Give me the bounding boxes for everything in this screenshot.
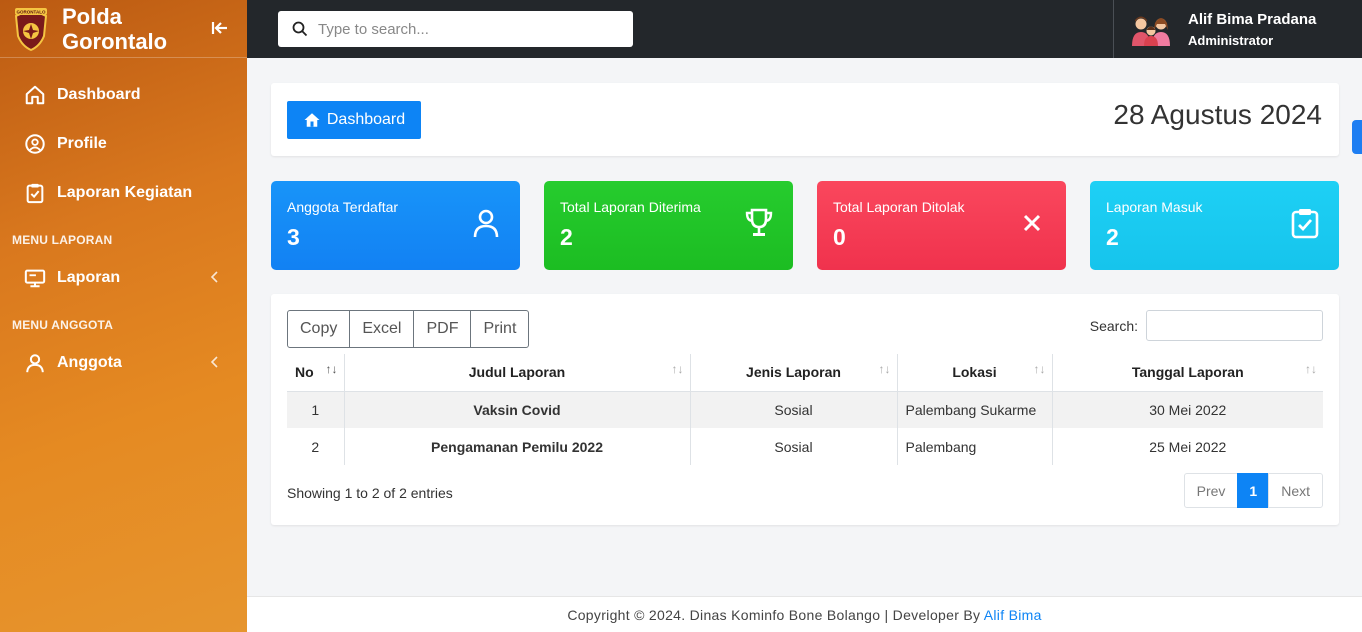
page-1-button[interactable]: 1	[1237, 473, 1270, 508]
sidebar-item-profile[interactable]: Profile	[0, 119, 247, 168]
sort-icon: ↑↓	[878, 362, 891, 376]
collapse-sidebar-icon[interactable]	[209, 17, 231, 39]
cell-jenis: Sosial	[690, 428, 898, 465]
section-menu-laporan: MENU LAPORAN	[12, 233, 113, 247]
sidebar-item-label: Laporan	[57, 268, 121, 286]
column-label: Jenis Laporan	[746, 364, 841, 381]
sidebar-item-label: Profile	[57, 134, 107, 152]
print-button[interactable]: Print	[470, 310, 530, 348]
search-input[interactable]	[318, 20, 618, 38]
user-role: Administrator	[1188, 32, 1274, 48]
topbar: Alif Bima Pradana Administrator	[247, 0, 1362, 58]
dashboard-button-label: Dashboard	[326, 111, 406, 128]
cell-judul: Vaksin Covid	[344, 391, 691, 428]
user-name: Alif Bima Pradana	[1188, 10, 1317, 28]
cell-lokasi: Palembang Sukarme	[897, 391, 1053, 428]
home-icon	[304, 113, 320, 127]
sidebar-item-dashboard[interactable]: Dashboard	[0, 70, 247, 119]
pagination: Prev 1 Next	[1183, 473, 1323, 508]
sidebar-item-anggota[interactable]: Anggota	[0, 338, 247, 387]
column-label: Lokasi	[952, 364, 997, 381]
page-date: 28 Agustus 2024	[1113, 99, 1322, 130]
table-search-input[interactable]	[1146, 310, 1323, 341]
prev-page-button[interactable]: Prev	[1183, 473, 1239, 508]
next-page-button[interactable]: Next	[1268, 473, 1323, 508]
home-icon	[23, 83, 47, 107]
column-header-no[interactable]: No ↑↓	[287, 354, 345, 392]
table-row: 2 Pengamanan Pemilu 2022 Sosial Palemban…	[287, 428, 1323, 465]
sidebar-nav: Dashboard Profile Laporan Kegiatan	[0, 70, 247, 217]
svg-text:GORONTALO: GORONTALO	[17, 9, 46, 14]
cell-lokasi: Palembang	[897, 428, 1053, 465]
sidebar-item-label: Dashboard	[57, 85, 141, 103]
avatar	[1132, 16, 1170, 46]
search-icon	[292, 21, 308, 37]
dashboard-button[interactable]: Dashboard	[287, 101, 421, 139]
export-button-group: Copy Excel PDF Print	[287, 310, 530, 348]
column-label: Judul Laporan	[468, 364, 566, 381]
stat-card-laporan-ditolak: Total Laporan Ditolak 0	[817, 181, 1066, 270]
laporan-table-card: Copy Excel PDF Print Search: No ↑↓ Judul …	[271, 294, 1339, 525]
sidebar-nav-anggota: Anggota	[0, 338, 247, 387]
sort-icon: ↑↓	[1305, 362, 1317, 376]
x-icon	[1023, 214, 1041, 232]
cell-tanggal: 25 Mei 2022	[1149, 438, 1227, 455]
section-menu-anggota: MENU ANGGOTA	[12, 318, 114, 332]
cell-no: 1	[287, 391, 345, 428]
column-header-lokasi[interactable]: Lokasi ↑↓	[897, 354, 1053, 392]
user-icon	[473, 209, 499, 238]
column-header-judul[interactable]: Judul Laporan ↑↓	[344, 354, 691, 392]
footer-text: Copyright © 2024. Dinas Kominfo Bone Bol…	[567, 607, 981, 623]
brand-line-2: Gorontalo	[62, 28, 168, 54]
footer: Copyright © 2024. Dinas Kominfo Bone Bol…	[247, 596, 1362, 632]
chevron-left-icon	[210, 356, 218, 368]
developer-link[interactable]: Alif Bima	[984, 607, 1042, 623]
column-label: No	[295, 364, 314, 381]
trophy-icon	[745, 208, 773, 236]
sort-asc-icon: ↑↓	[325, 362, 338, 376]
stat-card-anggota-terdaftar: Anggota Terdaftar 3	[271, 181, 520, 270]
stat-card-laporan-diterima: Total Laporan Diterima 2	[544, 181, 793, 270]
page-header-card: Dashboard 28 Agustus 2024	[271, 83, 1339, 156]
user-icon	[23, 351, 47, 375]
user-circle-icon	[23, 132, 47, 156]
table-row: 1 Vaksin Covid Sosial Palembang Sukarme …	[287, 391, 1323, 428]
sidebar-item-label: Anggota	[57, 353, 122, 371]
pdf-button[interactable]: PDF	[413, 310, 472, 348]
column-header-tanggal[interactable]: Tanggal Laporan ↑↓	[1052, 354, 1323, 392]
cell-judul: Pengamanan Pemilu 2022	[344, 428, 691, 465]
sidebar-item-label: Laporan Kegiatan	[57, 183, 193, 201]
user-menu[interactable]: Alif Bima Pradana Administrator	[1113, 0, 1362, 58]
table-search: Search:	[1090, 310, 1323, 341]
table-info: Showing 1 to 2 of 2 entries	[287, 485, 453, 501]
brand: GORONTALO Polda Gorontalo	[0, 0, 247, 58]
table-search-label: Search:	[1089, 317, 1138, 334]
copy-button[interactable]: Copy	[287, 310, 351, 348]
sidebar-nav-laporan: Laporan	[0, 253, 247, 302]
stat-card-laporan-masuk: Laporan Masuk 2	[1090, 181, 1339, 270]
column-label: Tanggal Laporan	[1131, 364, 1244, 381]
cell-no: 2	[287, 428, 345, 465]
presentation-icon	[23, 266, 47, 290]
brand-title: Polda Gorontalo	[62, 4, 167, 54]
sidebar-item-laporan[interactable]: Laporan	[0, 253, 247, 302]
sort-icon: ↑↓	[671, 362, 684, 376]
sort-icon: ↑↓	[1033, 362, 1046, 376]
table-header-row: No ↑↓ Judul Laporan ↑↓ Jenis Laporan ↑↓ Lok…	[287, 354, 1323, 392]
clipboard-check-icon	[23, 181, 47, 205]
cell-jenis: Sosial	[690, 391, 898, 428]
sidebar-item-laporan-kegiatan[interactable]: Laporan Kegiatan	[0, 168, 247, 217]
laporan-table: No ↑↓ Judul Laporan ↑↓ Jenis Laporan ↑↓ Lok…	[287, 354, 1323, 465]
clipboard-check-icon	[1291, 209, 1319, 239]
brand-line-1: Polda	[62, 3, 122, 29]
cell-tanggal: 30 Mei 2022	[1052, 391, 1323, 428]
police-logo-icon: GORONTALO	[14, 7, 48, 51]
excel-button[interactable]: Excel	[349, 310, 415, 348]
user-info: Alif Bima Pradana Administrator	[1188, 11, 1316, 48]
column-header-jenis[interactable]: Jenis Laporan ↑↓	[690, 354, 898, 392]
global-search	[278, 11, 633, 47]
chevron-left-icon	[210, 271, 218, 283]
settings-side-tab[interactable]	[1352, 120, 1362, 154]
sidebar: GORONTALO Polda Gorontalo Dashboard Prof…	[0, 0, 247, 632]
